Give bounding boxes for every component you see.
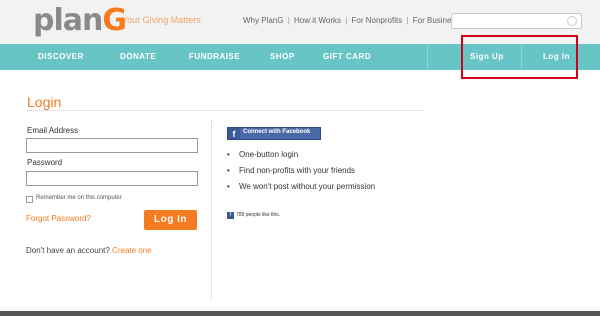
remember-checkbox[interactable] [26,196,33,203]
facebook-icon: f [228,128,240,139]
nav-discover[interactable]: DISCOVER [38,52,84,61]
highlight-box [461,35,578,79]
tagline: Your Giving Matters [122,15,201,25]
likes-count: 789 people like this. [236,212,281,218]
plang-logo[interactable]: planG [33,3,127,38]
password-field[interactable] [26,171,198,186]
top-links: Why PlanG | How it Works | For Nonprofit… [243,16,460,25]
footer-bar [0,311,600,316]
no-account-text: Don't have an account? Create one [26,246,152,255]
email-field[interactable] [26,138,198,153]
nav-shop[interactable]: SHOP [270,52,295,61]
nav-gift-card[interactable]: GIFT CARD [323,52,371,61]
link-for-nonprofits[interactable]: For Nonprofits [352,16,403,25]
forgot-password-link[interactable]: Forgot Password? [26,214,91,223]
nav-fundraise[interactable]: FUNDRAISE [189,52,240,61]
remember-label: Remember me on this computer [36,195,122,201]
password-label: Password [27,158,63,167]
title-divider [27,110,424,111]
connect-facebook-button[interactable]: f Connect with Facebook [227,127,321,140]
benefit-list: • One-button login • Find non-profits with… [227,150,375,198]
email-label: Email Address [27,126,79,135]
connect-facebook-label: Connect with Facebook [243,129,311,135]
nav-divider [427,44,428,70]
search-input[interactable] [451,13,582,29]
nav-donate[interactable]: DONATE [120,52,156,61]
list-item: • One-button login [227,150,299,159]
page-title: Login [27,94,62,110]
login-button[interactable]: Log In [144,210,197,230]
create-account-link[interactable]: Create one [112,246,152,255]
link-why-plang[interactable]: Why PlanG [243,16,283,25]
search-icon[interactable] [567,16,577,26]
column-divider [211,120,212,300]
facebook-icon: f [227,212,234,219]
link-how-it-works[interactable]: How it Works [294,16,341,25]
list-item: • Find non-profits with your friends [227,166,356,175]
list-item: • We won't post without your permission [227,182,376,191]
